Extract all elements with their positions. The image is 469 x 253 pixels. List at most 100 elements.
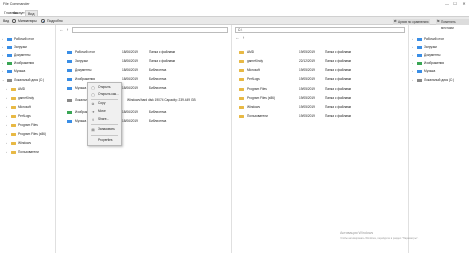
context-menu: ▢ Открыть ▢ Открыть как... ⧉ Copy ➜ Move ⇪ Sh… xyxy=(87,82,122,146)
tree-item-pictures[interactable]: › Изображения xyxy=(2,59,34,67)
folder-icon xyxy=(11,114,16,118)
back-arrow-icon[interactable]: ← xyxy=(59,27,64,33)
file-row[interactable]: gameKindy 22/12/2019 Папка с файлами xyxy=(235,57,406,65)
compare-button[interactable]: ⇄ Архив по сравнению xyxy=(393,18,430,25)
drive-icon xyxy=(7,78,12,82)
drive-icon xyxy=(67,98,72,102)
tree-item-microsoft[interactable]: › Microsoft xyxy=(6,103,31,111)
desktop-icon xyxy=(417,37,422,41)
tree-item-documents[interactable]: › Документы xyxy=(412,51,440,59)
minimize-button[interactable]: — xyxy=(444,1,450,7)
tree-item-desktop[interactable]: › Рабочий стол xyxy=(2,35,34,43)
back-arrow-icon[interactable]: ← xyxy=(235,35,240,41)
tree-item-music[interactable]: › Музыка xyxy=(2,67,25,75)
title-bar: File Commander — ☐ ✕ xyxy=(0,0,469,9)
tree-item-gamekindy[interactable]: › gameKindy xyxy=(6,94,34,102)
file-row[interactable]: Документы 18/06/2019 Библиотека xyxy=(63,66,229,74)
ribbon-toolbar: Вид Миниатюры Подробно ⇄ Архив по сравне… xyxy=(0,16,469,30)
properties-icon xyxy=(91,139,95,143)
activation-watermark-text: Чтобы активировать Windows, перейдите в … xyxy=(340,237,419,240)
pictures-icon xyxy=(7,61,12,65)
menu-item-share[interactable]: ⇪ Share... xyxy=(88,116,123,123)
left-file-pane: ← ↑ Рабочий стол 18/06/2019 Папка с файлам… xyxy=(57,25,232,253)
up-arrow-icon[interactable]: ↑ xyxy=(241,35,246,41)
tree-item-downloads[interactable]: › Загрузки xyxy=(2,43,27,51)
folder-icon xyxy=(239,50,244,54)
up-arrow-icon[interactable]: ↑ xyxy=(65,27,70,33)
tree-item-perflogs[interactable]: › PerfLogs xyxy=(6,112,31,120)
move-icon: ➜ xyxy=(91,109,95,114)
folder-icon xyxy=(11,105,16,109)
tree-item-pictures[interactable]: › Изображения xyxy=(412,59,444,67)
menu-item-copy[interactable]: ⧉ Copy xyxy=(88,100,123,107)
file-row[interactable]: Рабочий стол 18/06/2019 Папка с файлами xyxy=(63,48,229,56)
file-row[interactable]: Пользователи 19/05/2019 Папка с файлами xyxy=(235,112,406,120)
tree-item-documents[interactable]: › Документы xyxy=(2,51,30,59)
window-title: File Commander xyxy=(3,2,30,6)
folder-icon xyxy=(239,105,244,109)
downloads-icon xyxy=(417,45,422,49)
thumbnails-radio[interactable] xyxy=(12,19,16,23)
tree-item-downloads[interactable]: › Загрузки xyxy=(412,43,437,51)
pictures-icon xyxy=(67,77,72,81)
folder-icon xyxy=(11,150,16,154)
drive-icon xyxy=(417,78,422,82)
maximize-button[interactable]: ☐ xyxy=(452,1,458,7)
tree-item-users[interactable]: › Пользователи xyxy=(6,148,39,156)
folder-icon xyxy=(239,87,244,91)
file-row[interactable]: Windows 19/05/2019 Папка с файлами xyxy=(235,103,406,111)
desktop-icon xyxy=(7,37,12,41)
compare-button-label: Архив по сравнению xyxy=(398,19,429,24)
left-navigation-tree: › Рабочий стол › Загрузки › Документы › Изоб… xyxy=(0,25,56,253)
menu-item-open[interactable]: ▢ Открыть xyxy=(88,84,123,91)
tree-item-amd[interactable]: › AMD xyxy=(6,85,25,93)
right-nav-bar: ← ↑ xyxy=(233,35,408,41)
tree-item-music[interactable]: › Музыка xyxy=(412,67,435,75)
file-row[interactable]: AMD 19/05/2019 Папка с файлами xyxy=(235,48,406,56)
tree-item-local-disk[interactable]: › Локальный диск (C:) xyxy=(412,76,454,84)
downloads-icon xyxy=(7,45,12,49)
tree-item-local-disk[interactable]: ⌄ Локальный диск (C:) xyxy=(2,76,44,84)
tree-item-desktop[interactable]: › Рабочий стол xyxy=(412,35,444,43)
view-label: Вид xyxy=(3,19,10,23)
zip-icon: ▤ xyxy=(91,127,95,132)
thumbnails-label[interactable]: Миниатюры xyxy=(18,19,37,23)
right-path-input[interactable]: C:\ xyxy=(235,27,405,33)
tree-item-windows[interactable]: › Windows xyxy=(6,139,31,147)
folder-icon xyxy=(239,96,244,100)
menu-item-open-with[interactable]: ▢ Открыть как... xyxy=(88,91,123,98)
details-radio[interactable] xyxy=(41,19,45,23)
left-path-bar: ← ↑ xyxy=(57,27,231,33)
folder-icon xyxy=(239,59,244,63)
menu-separator xyxy=(91,124,118,125)
open-with-icon: ▢ xyxy=(91,92,95,97)
swap-button[interactable]: ⇆ Поменять местами xyxy=(436,18,469,30)
folder-icon xyxy=(239,114,244,118)
music-icon xyxy=(67,86,72,90)
menu-item-move[interactable]: ➜ Move xyxy=(88,108,123,115)
music-icon xyxy=(7,69,12,73)
folder-icon xyxy=(11,96,16,100)
swap-icon: ⇆ xyxy=(437,19,440,23)
menu-item-zip[interactable]: ▤ Запаковать xyxy=(88,126,123,133)
file-row[interactable]: Загрузки 18/06/2019 Папка с файлами xyxy=(63,57,229,65)
file-row[interactable]: Program Files 19/05/2019 Папка с файлами xyxy=(235,85,406,93)
menu-item-properties[interactable]: Properties xyxy=(88,137,123,144)
file-row[interactable]: Microsoft 19/05/2019 Папка с файлами xyxy=(235,66,406,74)
close-button[interactable]: ✕ xyxy=(461,1,467,7)
tree-item-program-files[interactable]: › Program Files xyxy=(6,121,38,129)
desktop-icon xyxy=(67,50,72,54)
documents-icon xyxy=(7,53,12,57)
left-path-input[interactable] xyxy=(72,27,228,33)
file-row[interactable]: PerfLogs 19/05/2019 Папка с файлами xyxy=(235,75,406,83)
right-file-pane: C:\ ← ↑ AMD 19/05/2019 Папка с файлами gam… xyxy=(233,25,409,253)
folder-icon xyxy=(11,141,16,145)
downloads-icon xyxy=(67,59,72,63)
activation-watermark-title: Активация Windows xyxy=(340,231,374,235)
file-row[interactable]: Program Files (x86) 19/05/2019 Папка с фай… xyxy=(235,94,406,102)
folder-icon xyxy=(11,87,16,91)
details-label[interactable]: Подробно xyxy=(47,19,63,23)
tree-item-program-files-x86[interactable]: › Program Files (x86) xyxy=(6,130,46,138)
copy-icon: ⧉ xyxy=(91,101,95,106)
ribbon-tabs: Главная Аккаунт Вид xyxy=(0,9,469,16)
